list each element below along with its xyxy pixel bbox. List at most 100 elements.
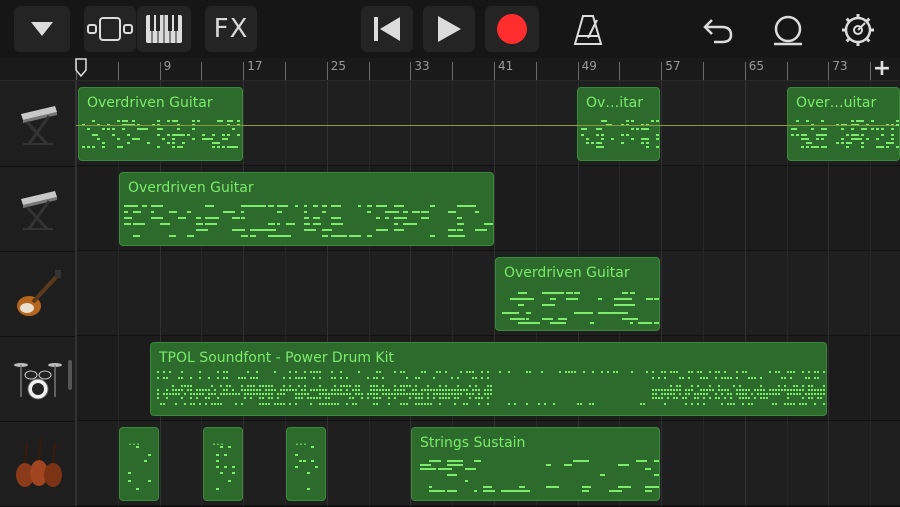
instrument-view-button[interactable] <box>137 6 191 52</box>
midi-note <box>241 229 245 231</box>
midi-note <box>448 211 456 213</box>
midi-note <box>846 146 849 148</box>
midi-note <box>177 146 183 148</box>
midi-note <box>700 389 702 391</box>
metronome-button[interactable] <box>566 10 610 50</box>
go-to-beginning-button[interactable] <box>361 6 413 52</box>
fx-button[interactable]: FX <box>205 6 257 52</box>
playhead-marker[interactable] <box>75 58 87 78</box>
timeline-ruler[interactable]: 9 17 25 33 41 49 57 65 73 <box>0 58 900 81</box>
region[interactable]: Over…uitar <box>787 87 900 161</box>
settings-button[interactable] <box>836 10 880 50</box>
midi-note <box>670 385 672 387</box>
midi-note <box>265 389 267 391</box>
midi-note <box>283 385 285 387</box>
loops-button[interactable] <box>766 10 810 50</box>
midi-note <box>487 397 489 399</box>
midi-note <box>787 371 789 373</box>
region[interactable]: Overdriven Guitar <box>78 87 243 161</box>
midi-note <box>751 393 753 395</box>
automation-line[interactable] <box>76 125 896 126</box>
region[interactable]: … <box>286 427 326 501</box>
midi-note <box>457 223 464 225</box>
region[interactable]: Overdriven Guitar <box>119 172 494 246</box>
midi-note <box>754 389 756 391</box>
midi-note <box>167 142 170 144</box>
midi-note <box>601 134 604 136</box>
region[interactable]: Ov…itar <box>577 87 660 161</box>
region[interactable]: … <box>119 427 159 501</box>
play-button[interactable] <box>423 6 475 52</box>
midi-note <box>664 393 666 395</box>
region[interactable]: Overdriven Guitar <box>495 257 660 331</box>
track-scroll-handle[interactable] <box>68 360 72 390</box>
midi-note <box>460 393 462 395</box>
midi-note <box>742 397 744 399</box>
midi-note <box>652 393 654 395</box>
track-header[interactable] <box>0 421 75 507</box>
midi-note <box>241 403 243 405</box>
track-header[interactable] <box>0 336 75 422</box>
midi-note <box>226 393 228 395</box>
record-button[interactable] <box>485 6 539 52</box>
midi-note <box>736 393 738 395</box>
track-header[interactable] <box>0 81 75 167</box>
midi-note <box>289 389 291 391</box>
midi-note <box>630 322 633 324</box>
midi-note <box>178 393 180 395</box>
tracks-view-button[interactable] <box>84 6 136 52</box>
midi-note <box>718 397 720 399</box>
midi-note <box>316 389 318 391</box>
browser-menu-button[interactable] <box>14 6 70 52</box>
midi-note <box>565 371 567 373</box>
midi-note <box>295 466 298 468</box>
midi-note <box>641 142 644 144</box>
midi-note <box>376 377 378 379</box>
midi-note <box>181 389 183 391</box>
midi-note <box>439 397 441 399</box>
midi-note <box>217 371 219 373</box>
region[interactable]: … <box>203 427 243 501</box>
midi-note <box>340 385 342 387</box>
midi-note <box>652 397 654 399</box>
midi-note <box>187 235 194 237</box>
midi-note <box>167 120 170 122</box>
region-name: … <box>212 434 224 448</box>
midi-note <box>510 318 525 320</box>
midi-note <box>334 403 336 405</box>
midi-note <box>268 389 270 391</box>
midi-note <box>409 393 411 395</box>
midi-note <box>394 223 398 225</box>
midi-note <box>566 292 573 294</box>
midi-note <box>412 389 414 391</box>
midi-note <box>817 397 819 399</box>
midi-note <box>199 371 201 373</box>
add-section-button[interactable]: + <box>868 58 896 80</box>
midi-note <box>250 377 252 379</box>
midi-note <box>182 142 185 144</box>
midi-note <box>745 393 747 395</box>
track-header[interactable] <box>0 166 75 252</box>
track-lane[interactable] <box>76 251 900 336</box>
midi-note <box>796 385 798 387</box>
midi-note <box>816 146 819 148</box>
midi-note <box>349 235 361 237</box>
track-header[interactable] <box>0 251 75 337</box>
midi-note <box>745 371 747 373</box>
midi-note <box>751 377 753 379</box>
midi-note <box>409 397 411 399</box>
midi-note <box>421 211 429 213</box>
midi-note <box>896 120 899 122</box>
region[interactable]: TPOL Soundfont - Power Drum Kit <box>150 342 827 416</box>
midi-note <box>223 211 235 213</box>
tracks-area[interactable]: Overdriven Guitar Ov…itar Over…uitar Overdr… <box>76 81 900 506</box>
midi-note <box>806 142 812 144</box>
midi-note <box>148 480 151 482</box>
midi-note <box>487 371 489 373</box>
midi-note <box>484 393 486 395</box>
midi-note <box>144 460 147 462</box>
midi-note <box>212 146 215 148</box>
midi-note <box>676 385 678 387</box>
region[interactable]: Strings Sustain <box>411 427 660 501</box>
undo-button[interactable] <box>696 10 740 50</box>
